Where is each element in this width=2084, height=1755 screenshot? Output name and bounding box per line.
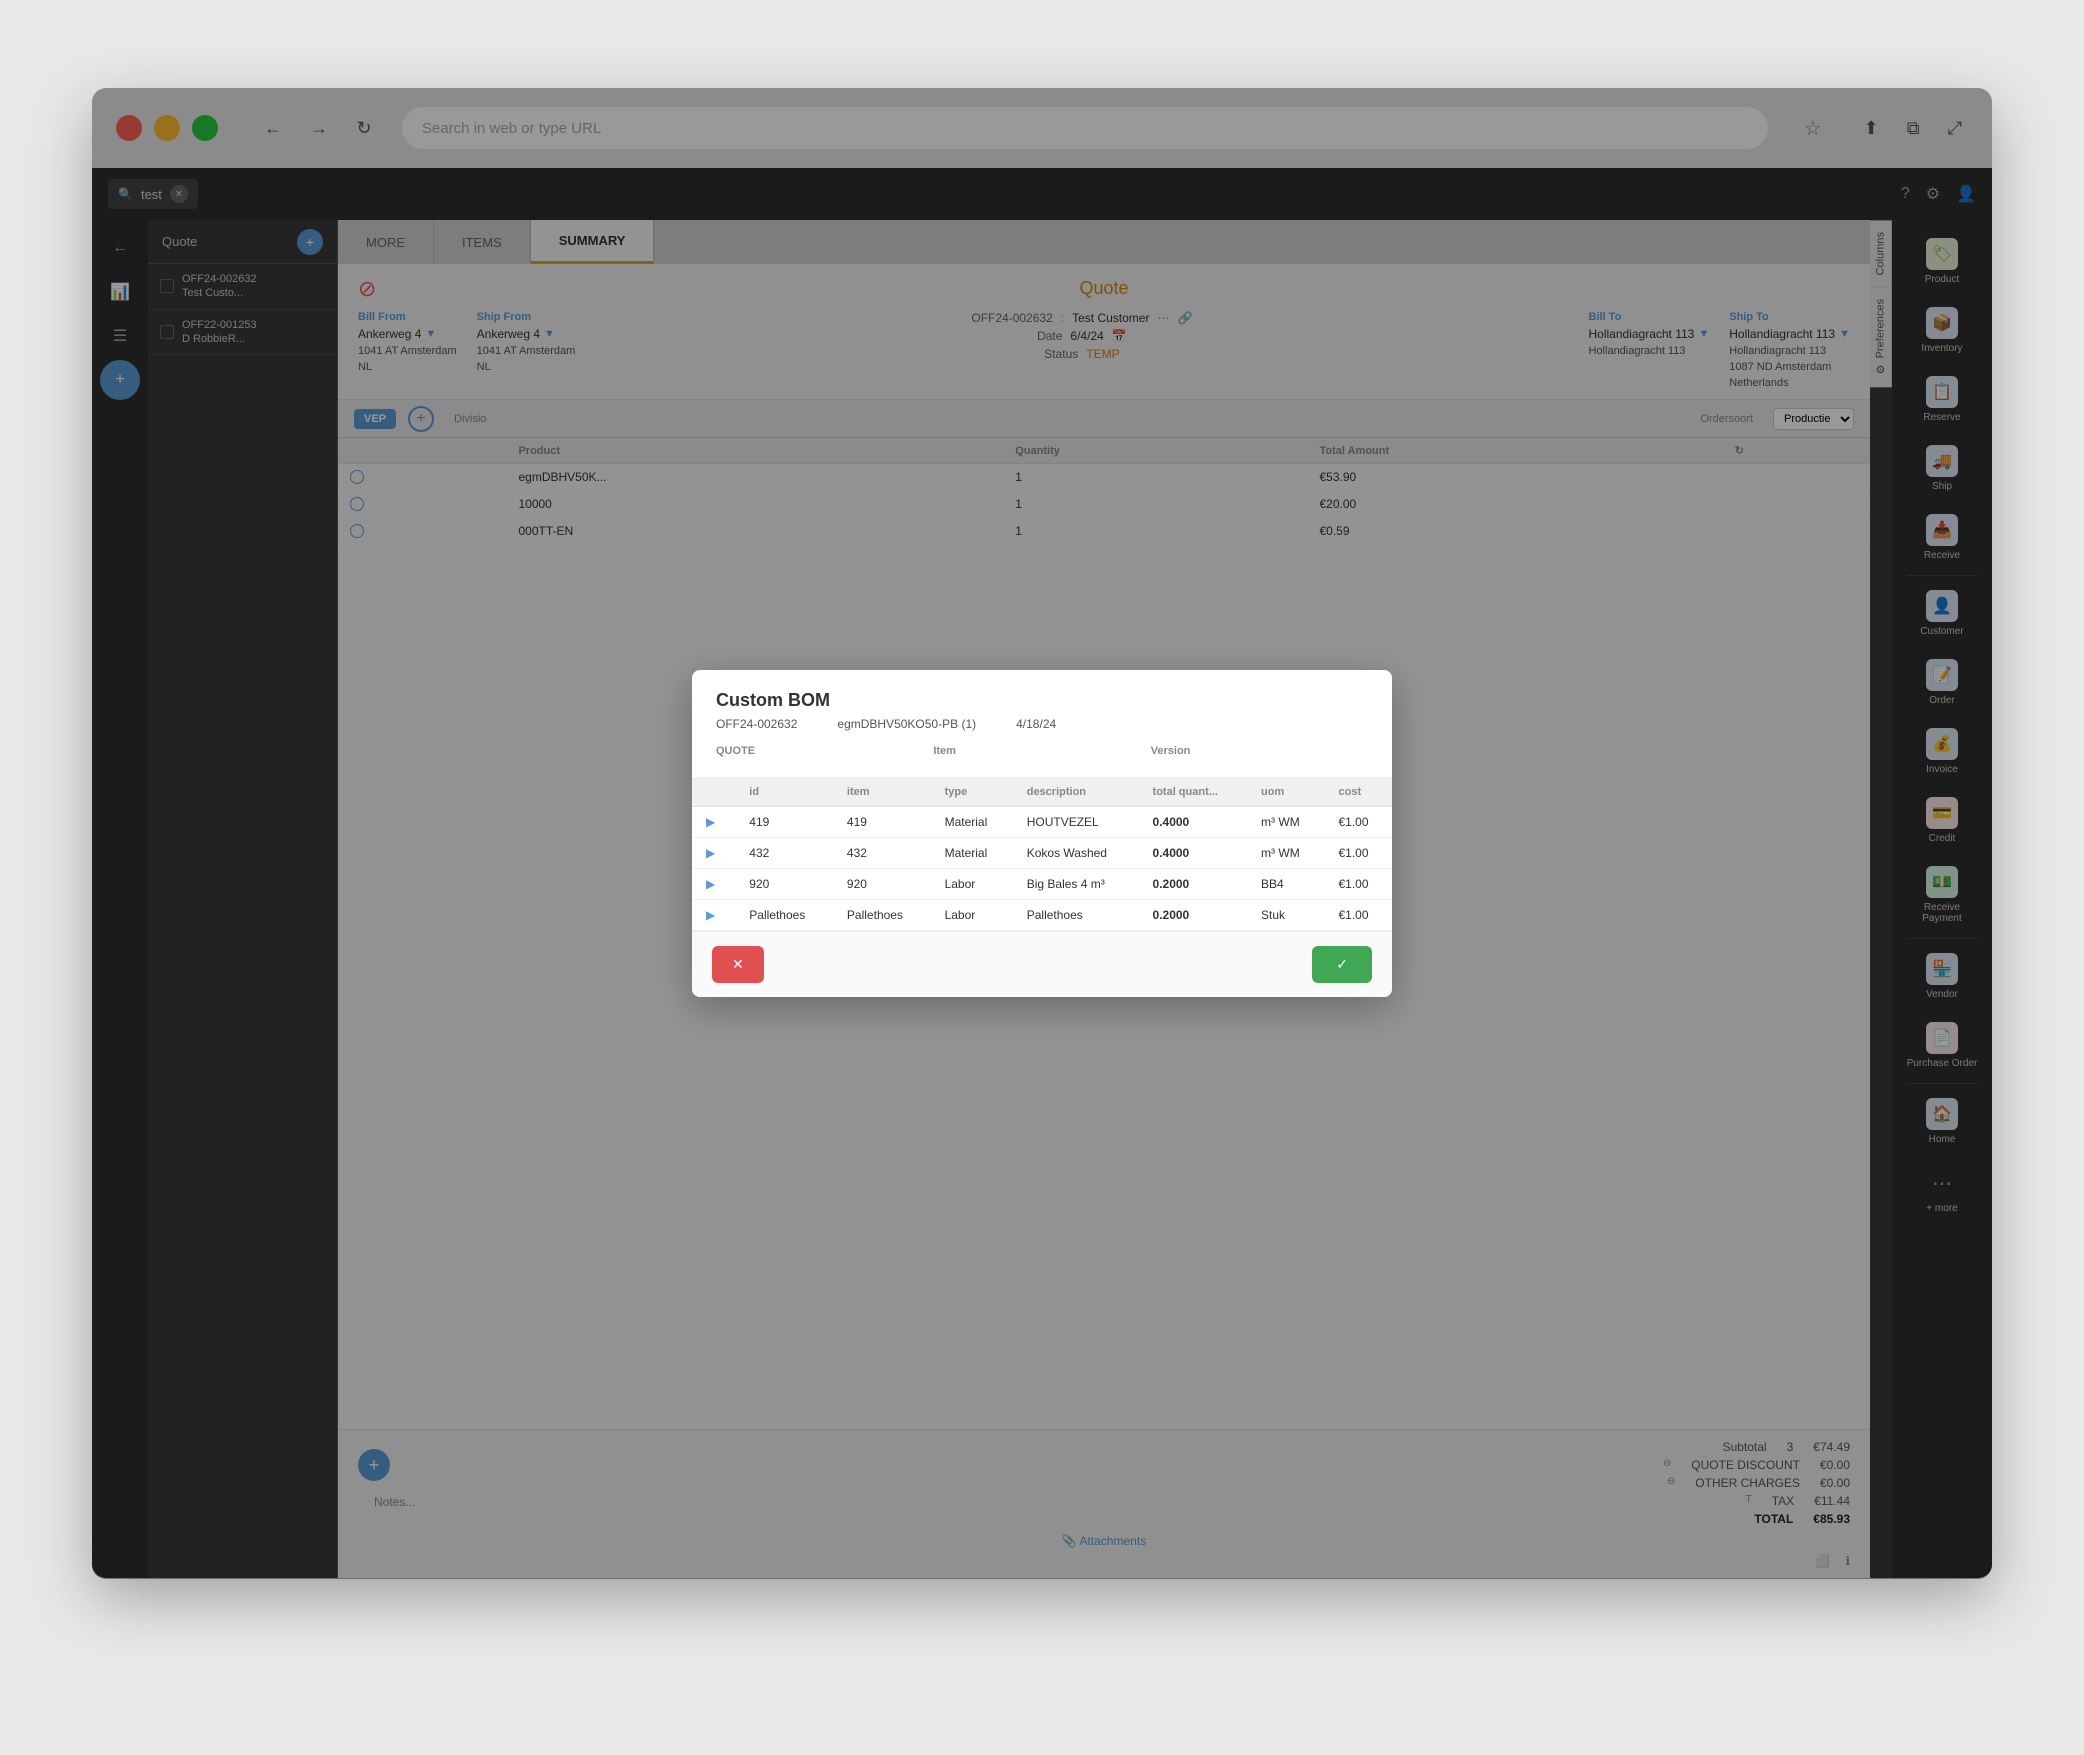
modal-confirm-button[interactable]: ✓: [1312, 946, 1372, 983]
modal-row4-type: Labor: [931, 900, 1013, 931]
custom-bom-modal: Custom BOM OFF24-002632 egmDBHV50KO50-PB…: [692, 670, 1392, 997]
modal-footer: ✕ ✓: [692, 931, 1392, 997]
modal-row4-id: Pallethoes: [735, 900, 833, 931]
modal-row3-cost: €1.00: [1325, 869, 1393, 900]
modal-row4-item: Pallethoes: [833, 900, 931, 931]
modal-row1-id: 419: [735, 807, 833, 838]
modal-th-cost: cost: [1325, 778, 1393, 807]
modal-row2-uom: m³ WM: [1247, 838, 1324, 869]
modal-row4-qty: 0.2000: [1139, 900, 1248, 931]
modal-th-uom: uom: [1247, 778, 1324, 807]
modal-table-row[interactable]: ▶ Pallethoes Pallethoes Labor Pallethoes…: [692, 900, 1392, 931]
modal-row2-desc: Kokos Washed: [1013, 838, 1139, 869]
modal-col-item: Item: [933, 745, 1150, 757]
modal-row1-desc: HOUTVEZEL: [1013, 807, 1139, 838]
modal-row3-id: 920: [735, 869, 833, 900]
modal-th-id: id: [735, 778, 833, 807]
modal-row3-type: Labor: [931, 869, 1013, 900]
modal-table-row[interactable]: ▶ 419 419 Material HOUTVEZEL 0.4000 m³ W…: [692, 807, 1392, 838]
modal-row1-qty: 0.4000: [1139, 807, 1248, 838]
modal-row1-item: 419: [833, 807, 931, 838]
modal-row1-type: Material: [931, 807, 1013, 838]
modal-row3-qty: 0.2000: [1139, 869, 1248, 900]
modal-th-expand: [692, 778, 735, 807]
modal-date: 4/18/24: [1016, 717, 1056, 731]
modal-row3-desc: Big Bales 4 m³: [1013, 869, 1139, 900]
modal-col-headers-row: QUOTE Item Version: [716, 737, 1368, 765]
modal-th-total-qty: total quant...: [1139, 778, 1248, 807]
modal-table: id item type description total quant... …: [692, 778, 1392, 931]
modal-item-ref: egmDBHV50KO50-PB (1): [837, 717, 976, 731]
modal-row2-cost: €1.00: [1325, 838, 1393, 869]
modal-row3-item: 920: [833, 869, 931, 900]
modal-cancel-button[interactable]: ✕: [712, 946, 764, 983]
modal-row1-uom: m³ WM: [1247, 807, 1324, 838]
row-expand-1[interactable]: ▶: [706, 815, 715, 829]
modal-th-description: description: [1013, 778, 1139, 807]
modal-row4-cost: €1.00: [1325, 900, 1393, 931]
row-expand-3[interactable]: ▶: [706, 877, 715, 891]
modal-overlay: Custom BOM OFF24-002632 egmDBHV50KO50-PB…: [92, 88, 1992, 1579]
modal-quote-ref: OFF24-002632: [716, 717, 797, 731]
modal-table-row[interactable]: ▶ 920 920 Labor Big Bales 4 m³ 0.2000 BB…: [692, 869, 1392, 900]
row-expand-4[interactable]: ▶: [706, 908, 715, 922]
modal-row1-cost: €1.00: [1325, 807, 1393, 838]
modal-row2-item: 432: [833, 838, 931, 869]
modal-table-wrap: id item type description total quant... …: [692, 778, 1392, 931]
modal-meta: OFF24-002632 egmDBHV50KO50-PB (1) 4/18/2…: [716, 717, 1368, 731]
modal-row2-type: Material: [931, 838, 1013, 869]
modal-row3-uom: BB4: [1247, 869, 1324, 900]
modal-th-type: type: [931, 778, 1013, 807]
modal-row4-uom: Stuk: [1247, 900, 1324, 931]
modal-col-version: Version: [1151, 745, 1368, 757]
modal-th-item: item: [833, 778, 931, 807]
modal-header: Custom BOM OFF24-002632 egmDBHV50KO50-PB…: [692, 670, 1392, 778]
modal-col-quote: QUOTE: [716, 745, 933, 757]
modal-row2-id: 432: [735, 838, 833, 869]
modal-row2-qty: 0.4000: [1139, 838, 1248, 869]
modal-row4-desc: Pallethoes: [1013, 900, 1139, 931]
modal-title: Custom BOM: [716, 690, 1368, 711]
modal-table-row[interactable]: ▶ 432 432 Material Kokos Washed 0.4000 m…: [692, 838, 1392, 869]
row-expand-2[interactable]: ▶: [706, 846, 715, 860]
